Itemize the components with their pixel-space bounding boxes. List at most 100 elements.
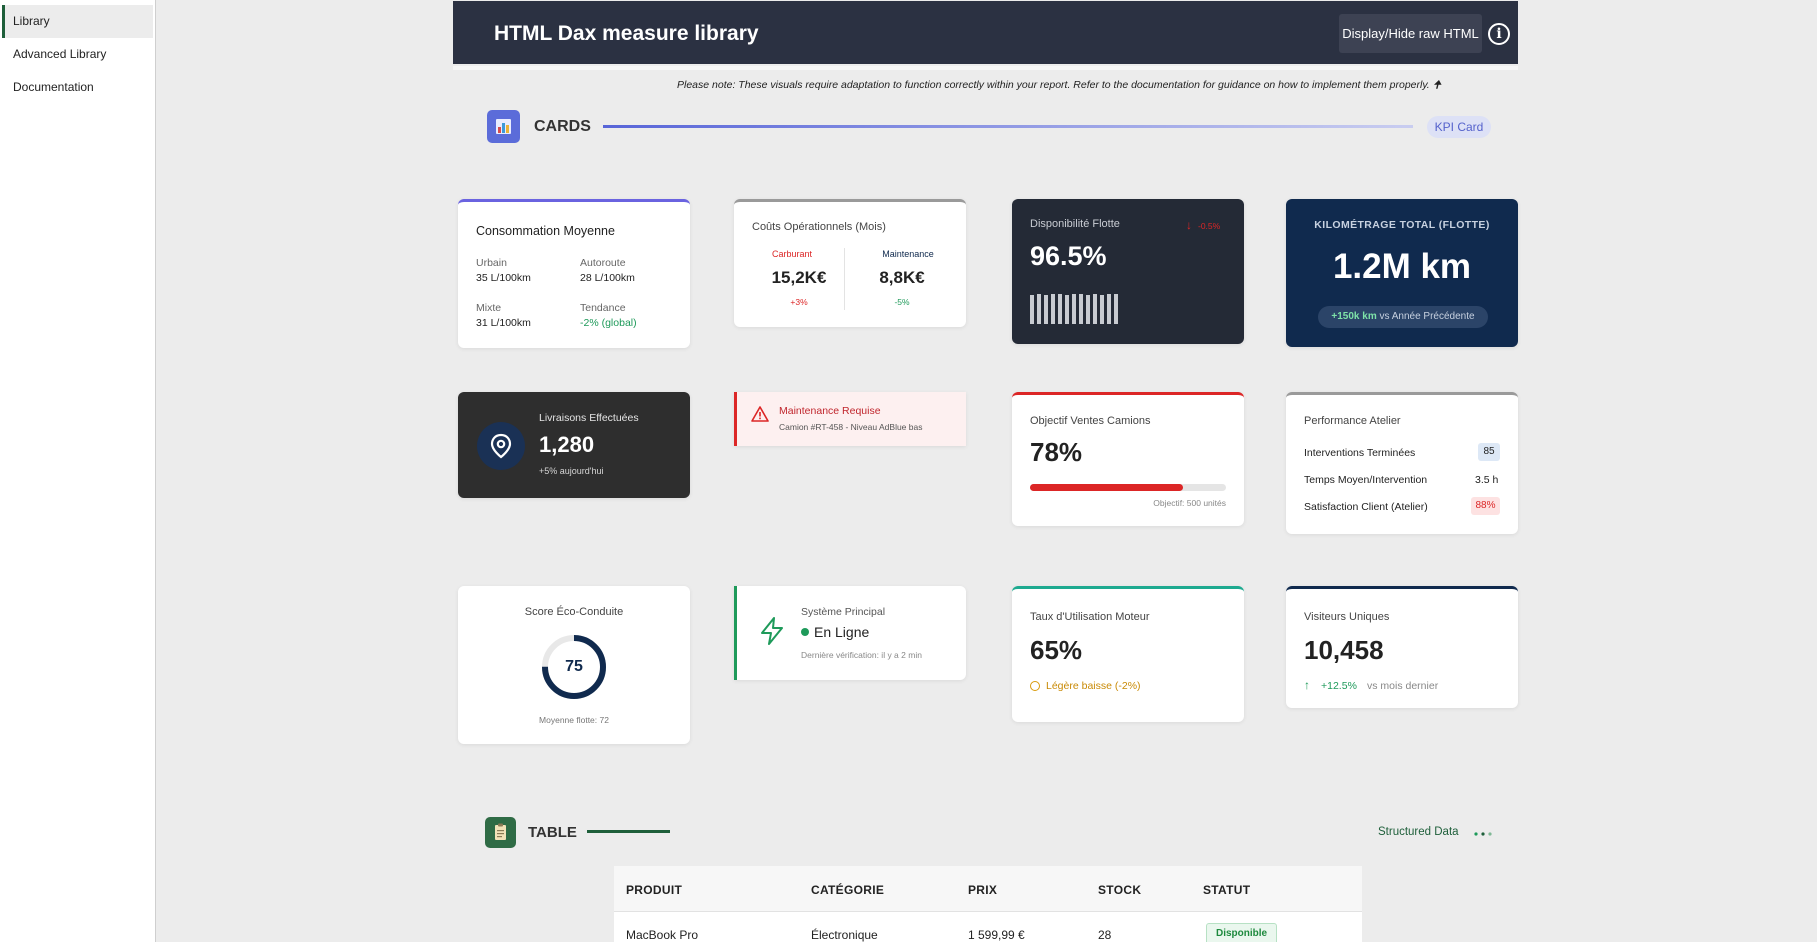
- sidebar-item-advanced-library[interactable]: Advanced Library: [2, 38, 153, 71]
- eco-score-value: 75: [565, 658, 583, 675]
- visiteurs-delta-text: vs mois dernier: [1367, 680, 1439, 692]
- moteur-value: 65%: [1030, 635, 1083, 665]
- card-title: Consommation Moyenne: [476, 224, 615, 238]
- moteur-card: Taux d'Utilisation Moteur 65% Légère bai…: [1012, 586, 1244, 722]
- cell-prix: 1 599,99 €: [968, 928, 1025, 942]
- adaptation-note: Please note: These visuals require adapt…: [677, 79, 1442, 91]
- status-badge: Disponible: [1206, 923, 1278, 942]
- mixte-label: Mixte: [476, 302, 502, 314]
- sparkline-bar: [1086, 295, 1090, 324]
- urbain-value: 35 L/100km: [476, 272, 531, 284]
- products-table: PRODUIT CATÉGORIE PRIX STOCK STATUT MacB…: [614, 866, 1362, 942]
- kilometrage-value: 1.2M km: [1332, 247, 1472, 286]
- sparkline-bar: [1058, 294, 1062, 324]
- carburant-label: Carburant: [771, 249, 813, 259]
- kilometrage-card: KILOMÉTRAGE TOTAL (FLOTTE) 1.2M km +150k…: [1286, 199, 1518, 347]
- atelier-row-badge: 85: [1478, 443, 1500, 461]
- structured-data-label: Structured Data: [1378, 826, 1459, 838]
- autoroute-label: Autoroute: [580, 257, 626, 269]
- systeme-card: Système Principal En Ligne Dernière véri…: [734, 586, 966, 680]
- sidebar: Library Advanced Library Documentation: [0, 0, 156, 942]
- card-title: Système Principal: [801, 606, 886, 618]
- systeme-status: En Ligne: [814, 624, 870, 640]
- tendance-value: -2% (global): [580, 317, 637, 329]
- table-section-icon: [485, 817, 516, 848]
- col-statut[interactable]: STATUT: [1203, 883, 1250, 897]
- main-content: HTML Dax measure library Display/Hide ra…: [157, 0, 1817, 942]
- livraisons-card: Livraisons Effectuées 1,280 +5% aujourd'…: [458, 392, 690, 498]
- visiteurs-card: Visiteurs Uniques 10,458 ↑ +12.5% vs moi…: [1286, 586, 1518, 708]
- livraisons-sub: +5% aujourd'hui: [539, 466, 604, 476]
- col-prix[interactable]: PRIX: [968, 883, 997, 897]
- atelier-row-label: Temps Moyen/Intervention: [1304, 474, 1428, 486]
- maintenance-label: Maintenance: [882, 249, 934, 259]
- col-produit[interactable]: PRODUIT: [626, 883, 682, 897]
- objectif-target: Objectif: 500 unités: [1153, 498, 1226, 508]
- more-dots-icon[interactable]: [1473, 827, 1493, 839]
- col-categorie[interactable]: CATÉGORIE: [811, 883, 884, 897]
- visiteurs-value: 10,458: [1304, 635, 1384, 665]
- availability-sparkline: [1030, 292, 1122, 324]
- sidebar-item-documentation[interactable]: Documentation: [2, 71, 153, 104]
- up-arrow-icon: ↑: [1304, 678, 1310, 692]
- consommation-card: Consommation Moyenne Urbain 35 L/100km A…: [458, 199, 690, 348]
- sparkline-bar: [1065, 295, 1069, 324]
- autoroute-value: 28 L/100km: [580, 272, 635, 284]
- couts-card: Coûts Opérationnels (Mois) Carburant 15,…: [734, 199, 966, 327]
- table-header: PRODUIT CATÉGORIE PRIX STOCK STATUT: [614, 866, 1362, 912]
- sparkline-bar: [1044, 295, 1048, 324]
- kilometrage-badge: +150k km vs Année Précédente: [1318, 306, 1488, 328]
- sidebar-item-library[interactable]: Library: [2, 5, 153, 38]
- systeme-sub: Dernière vérification: il y a 2 min: [801, 650, 922, 660]
- card-title: Disponibilité Flotte: [1030, 218, 1120, 230]
- page-title: HTML Dax measure library: [494, 22, 759, 45]
- table-section-title: TABLE: [528, 824, 577, 841]
- card-title: Coûts Opérationnels (Mois): [752, 221, 886, 233]
- sparkline-bar: [1114, 294, 1118, 324]
- toggle-raw-html-button[interactable]: Display/Hide raw HTML: [1339, 14, 1482, 53]
- header-divider: [453, 66, 1518, 70]
- card-title: Visiteurs Uniques: [1304, 611, 1390, 623]
- sparkline-bar: [1079, 294, 1083, 324]
- atelier-row-value: 3.5 h: [1475, 474, 1499, 486]
- sparkline-bar: [1051, 294, 1055, 324]
- card-title: Objectif Ventes Camions: [1030, 415, 1151, 427]
- cell-categorie: Électronique: [811, 928, 878, 942]
- warning-circle-icon: [1030, 681, 1040, 691]
- lightning-icon: [759, 616, 785, 651]
- atelier-row-label: Interventions Terminées: [1304, 447, 1416, 459]
- cards-section-title: CARDS: [534, 118, 591, 135]
- sparkline-bar: [1030, 295, 1034, 324]
- cards-section-line: [603, 125, 1413, 128]
- mixte-value: 31 L/100km: [476, 317, 531, 329]
- sparkline-bar: [1072, 294, 1076, 324]
- tendance-label: Tendance: [580, 302, 626, 314]
- col-stock[interactable]: STOCK: [1098, 883, 1141, 897]
- disponibilite-value: 96.5%: [1030, 241, 1107, 271]
- eco-card: Score Éco-Conduite 75 Moyenne flotte: 72: [458, 586, 690, 744]
- eco-sub: Moyenne flotte: 72: [539, 715, 609, 725]
- cell-stock: 28: [1098, 928, 1112, 942]
- card-title: Livraisons Effectuées: [539, 412, 639, 424]
- sparkline-bar: [1037, 294, 1041, 324]
- sparkline-bar: [1107, 294, 1111, 324]
- down-arrow-icon: ↓: [1186, 218, 1192, 232]
- page-header: HTML Dax measure library Display/Hide ra…: [453, 1, 1518, 64]
- objectif-card: Objectif Ventes Camions 78% Objectif: 50…: [1012, 392, 1244, 526]
- info-icon[interactable]: i: [1488, 23, 1510, 45]
- livraisons-value: 1,280: [539, 432, 595, 457]
- cell-produit: MacBook Pro: [626, 928, 699, 942]
- maintenance-alert-card: Maintenance Requise Camion #RT-458 - Niv…: [734, 392, 966, 446]
- moteur-note: Légère baisse (-2%): [1046, 680, 1141, 692]
- maintenance-delta: -5%: [894, 297, 910, 307]
- kilometrage-badge-bold: +150k km: [1331, 311, 1377, 322]
- status-dot-icon: [801, 628, 809, 636]
- cards-section-icon: [487, 110, 520, 143]
- alert-title: Maintenance Requise: [779, 405, 881, 417]
- visiteurs-delta: +12.5%: [1321, 680, 1357, 692]
- atelier-card: Performance Atelier Interventions Termin…: [1286, 392, 1518, 534]
- table-section-line: [587, 830, 670, 833]
- sparkline-bar: [1093, 294, 1097, 324]
- kpi-card-pill[interactable]: KPI Card: [1427, 116, 1491, 138]
- atelier-row-label: Satisfaction Client (Atelier): [1304, 501, 1428, 513]
